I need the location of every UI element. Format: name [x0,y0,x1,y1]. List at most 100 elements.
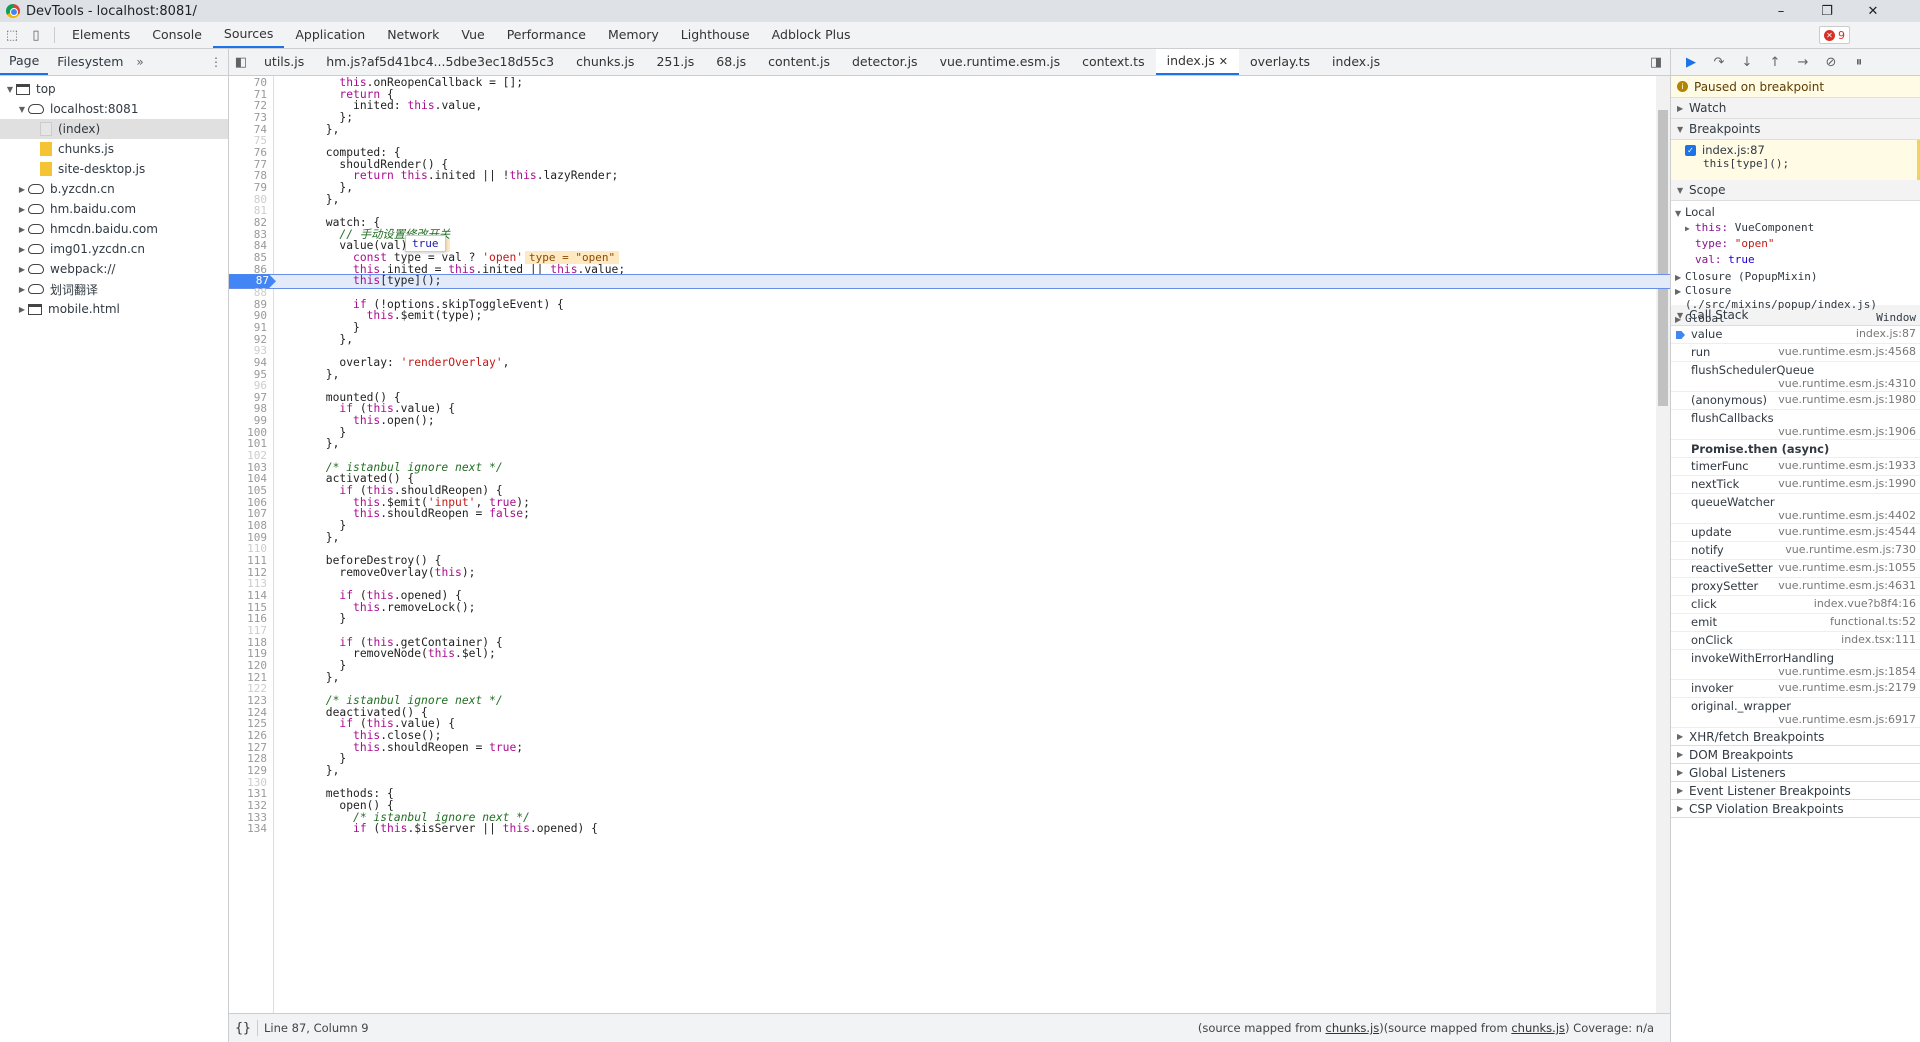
editor-tab[interactable]: vue.runtime.esm.js [929,49,1072,75]
code-view[interactable]: 70 this.onReopenCallback = []; 71 return … [229,76,1670,1014]
call-frame[interactable]: proxySetter vue.runtime.esm.js:4631 [1671,578,1920,596]
editor-tab[interactable]: index.js ✕ [1155,49,1239,75]
resume-icon[interactable]: ▶ [1677,49,1705,75]
maximize-button[interactable]: ❐ [1804,0,1850,22]
tree-item[interactable]: site-desktop.js [0,159,228,179]
editor-tab[interactable]: 251.js [645,49,705,75]
scope-closure-file[interactable]: ▶ Closure (./src/mixins/popup/index.js) [1675,284,1920,311]
call-frame[interactable]: onClick index.tsx:111 [1671,632,1920,650]
call-frame[interactable]: (anonymous) vue.runtime.esm.js:1980 [1671,392,1920,410]
collapsed-section[interactable]: ▶ Global Listeners [1671,764,1920,782]
tree-item[interactable]: ▶ mobile.html [0,299,228,319]
cloud-icon [28,264,44,274]
tree-item[interactable]: ▶ hm.baidu.com [0,199,228,219]
toggle-debugger-icon[interactable]: ◨ [1644,49,1668,75]
breakpoint-checkbox[interactable]: ✓ [1685,145,1696,156]
call-frame[interactable]: flushCallbacks vue.runtime.esm.js:1906 [1671,410,1920,440]
editor-tab[interactable]: overlay.ts [1239,49,1321,75]
tree-item[interactable]: ▶ img01.yzcdn.cn [0,239,228,259]
tab-console[interactable]: Console [141,22,213,48]
source-map-link[interactable]: chunks.js [1326,1021,1380,1035]
collapsed-section[interactable]: ▶ CSP Violation Breakpoints [1671,800,1920,818]
close-window-button[interactable]: ✕ [1850,0,1896,22]
tab-application[interactable]: Application [284,22,376,48]
error-badge[interactable]: ✕ 9 [1819,26,1850,44]
editor-tab[interactable]: utils.js [253,49,315,75]
tab-page[interactable]: Page [0,49,49,75]
scope-val[interactable]: val: true [1675,252,1920,268]
call-frame[interactable]: reactiveSetter vue.runtime.esm.js:1055 [1671,560,1920,578]
call-frame[interactable]: queueWatcher vue.runtime.esm.js:4402 [1671,494,1920,524]
minimize-button[interactable]: – [1758,0,1804,22]
scope-closure-popup[interactable]: ▶ Closure (PopupMixin) [1675,268,1920,284]
section-label: Event Listener Breakpoints [1689,783,1851,798]
editor-tab[interactable]: detector.js [841,49,929,75]
toggle-navigator-icon[interactable]: ◧ [229,49,253,75]
tab-vue[interactable]: Vue [450,22,495,48]
scope-type[interactable]: type: "open" [1675,236,1920,252]
step-into-icon[interactable]: ↓ [1733,49,1761,75]
tree-item[interactable]: ▼ top [0,79,228,99]
more-tabs-icon[interactable]: » [132,55,147,69]
editor-tab[interactable]: hm.js?af5d41bc4...5dbe3ec18d55c3 [315,49,565,75]
editor-tab[interactable]: chunks.js [565,49,645,75]
tree-item[interactable]: ▶ hmcdn.baidu.com [0,219,228,239]
editor-tab[interactable]: context.ts [1071,49,1156,75]
scope-global[interactable]: ▶ Global Window [1675,310,1920,326]
pretty-print-button[interactable]: {} [229,1021,257,1036]
collapsed-section[interactable]: ▶ Event Listener Breakpoints [1671,782,1920,800]
call-frame[interactable]: nextTick vue.runtime.esm.js:1990 [1671,476,1920,494]
code-line[interactable]: 134 if (this.$isServer || this.opened) { [229,822,1670,836]
tab-filesystem[interactable]: Filesystem [48,49,132,75]
close-tab-icon[interactable]: ✕ [1219,55,1228,68]
editor-tab[interactable]: index.js [1321,49,1391,75]
pause-exceptions-icon[interactable]: ⏸ [1845,49,1873,75]
breakpoint-item[interactable]: ✓ index.js:87 this[type](); [1671,140,1920,180]
scope-local[interactable]: ▼ Local [1675,204,1920,220]
tree-item[interactable]: ▼ localhost:8081 [0,99,228,119]
call-frame[interactable]: update vue.runtime.esm.js:4544 [1671,524,1920,542]
breakpoints-section[interactable]: ▼ Breakpoints [1671,119,1920,140]
inspect-element-icon[interactable]: ⬚ [0,22,24,48]
editor-tab[interactable]: content.js [757,49,841,75]
call-frame[interactable]: run vue.runtime.esm.js:4568 [1671,344,1920,362]
tree-item[interactable]: ▶ webpack:// [0,259,228,279]
call-frame[interactable]: flushSchedulerQueue vue.runtime.esm.js:43… [1671,362,1920,392]
step-over-icon[interactable]: ↷ [1705,49,1733,75]
source-map-link-2[interactable]: chunks.js [1511,1021,1565,1035]
tree-item-label: b.yzcdn.cn [50,182,115,196]
tree-item[interactable]: ▶ b.yzcdn.cn [0,179,228,199]
tab-lighthouse[interactable]: Lighthouse [670,22,761,48]
code-text: if (this.$isServer || this.opened) { [353,822,598,836]
tree-item[interactable]: chunks.js [0,139,228,159]
navigator-menu-icon[interactable]: ⋮ [210,49,222,75]
navigator-pane: Page Filesystem » ⋮ ▼ top ▼ localhost:8081 (… [0,49,229,1042]
line-number[interactable]: 134 [229,822,271,836]
scope-this[interactable]: ▶ this: VueComponent [1675,220,1920,236]
call-frame[interactable]: original._wrapper vue.runtime.esm.js:6917 [1671,698,1920,728]
tab-sources[interactable]: Sources [212,22,285,48]
call-frame[interactable]: value index.js:87 [1671,326,1920,344]
watch-section[interactable]: ▶ Watch [1671,98,1920,119]
step-icon[interactable]: → [1789,49,1817,75]
collapsed-section[interactable]: ▶ XHR/fetch Breakpoints [1671,728,1920,746]
tab-adblock-plus[interactable]: Adblock Plus [761,22,862,48]
collapsed-section[interactable]: ▶ DOM Breakpoints [1671,746,1920,764]
scope-section[interactable]: ▼ Scope [1671,180,1920,201]
tab-performance[interactable]: Performance [496,22,597,48]
deactivate-breakpoints-icon[interactable]: ⊘ [1817,49,1845,75]
tab-elements[interactable]: Elements [61,22,141,48]
step-out-icon[interactable]: ↑ [1761,49,1789,75]
call-frame[interactable]: invokeWithErrorHandling vue.runtime.esm.j… [1671,650,1920,680]
call-frame[interactable]: notify vue.runtime.esm.js:730 [1671,542,1920,560]
call-frame[interactable]: emit functional.ts:52 [1671,614,1920,632]
call-frame[interactable]: invoker vue.runtime.esm.js:2179 [1671,680,1920,698]
tree-item[interactable]: (index) [0,119,228,139]
call-frame[interactable]: click index.vue?b8f4:16 [1671,596,1920,614]
call-frame[interactable]: timerFunc vue.runtime.esm.js:1933 [1671,458,1920,476]
tree-item[interactable]: ▶ 划词翻译 [0,279,228,299]
editor-tab[interactable]: 68.js [705,49,757,75]
tab-network[interactable]: Network [376,22,450,48]
tab-memory[interactable]: Memory [597,22,670,48]
device-toolbar-icon[interactable]: ▯ [24,22,48,48]
